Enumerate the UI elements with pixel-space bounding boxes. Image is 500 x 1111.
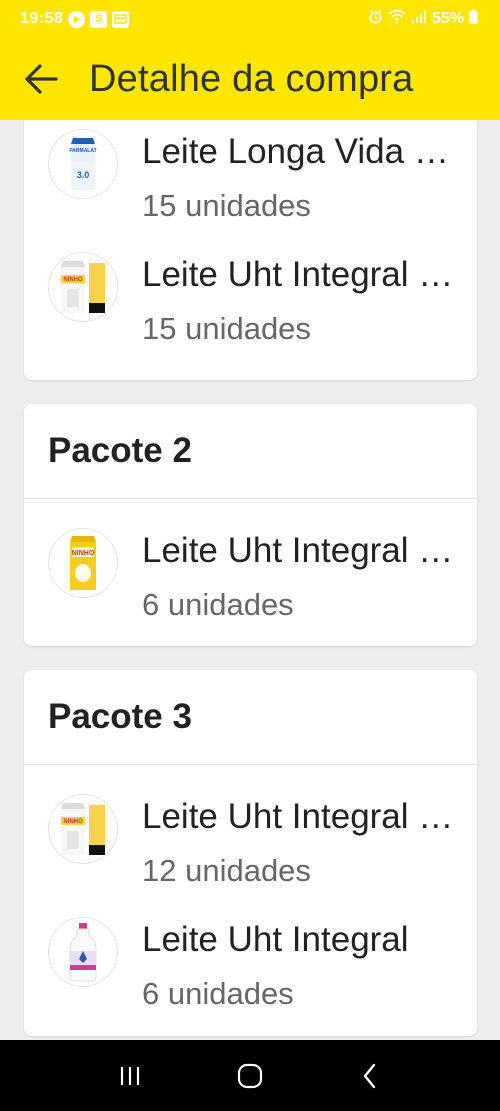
- item-quantity: 6 unidades: [142, 976, 294, 1011]
- svg-text:NINHO: NINHO: [63, 819, 83, 825]
- item-name: Leite Longa Vida Parmalat: [142, 132, 462, 171]
- chevron-left-icon: [363, 1063, 376, 1088]
- list-item[interactable]: Leite Uht Integral 6 unidades: [24, 904, 477, 1022]
- battery-icon: [469, 9, 478, 29]
- item-quantity: 12 unidades: [142, 853, 311, 888]
- home-icon: [237, 1063, 263, 1088]
- recent-apps-icon: [120, 1066, 140, 1085]
- milk-bottle-pink-icon: [48, 917, 118, 987]
- milk-carton-yellow-white-icon: NINHO: [48, 252, 118, 322]
- card-icon: [112, 10, 130, 28]
- item-quantity: 15 unidades: [142, 311, 311, 346]
- package-card-3: Pacote 3 NINHO Leite Uht Integral Ninho …: [24, 670, 477, 1036]
- svg-text:3.0: 3.0: [77, 170, 90, 180]
- list-item[interactable]: NINHO Leite Uht Integral Ninho 6 unidade…: [24, 515, 477, 633]
- svg-text:NINHO: NINHO: [72, 550, 95, 557]
- arrow-left-icon: [25, 64, 58, 94]
- list-item[interactable]: NINHO Leite Uht Integral Ninho 15 unidad…: [24, 239, 477, 357]
- play-icon: [68, 10, 86, 28]
- system-nav-bar: [0, 1040, 500, 1111]
- status-bar: 19:58 S 55%: [0, 0, 500, 38]
- alarm-icon: [368, 9, 383, 29]
- item-name: Leite Uht Integral Ninho: [142, 531, 462, 570]
- page-title: Detalhe da compra: [89, 57, 414, 100]
- item-name: Leite Uht Integral: [142, 920, 409, 959]
- package-card-2: Pacote 2 NINHO Leite Uht Integral Ninho …: [24, 404, 477, 646]
- status-time: 19:58: [20, 10, 64, 27]
- svg-text:NINHO: NINHO: [63, 277, 83, 283]
- status-right: 55%: [368, 9, 478, 29]
- app-bar: Detalhe da compra: [0, 38, 500, 120]
- package-title: Pacote 2: [24, 404, 477, 499]
- wifi-icon: [388, 9, 406, 29]
- milk-carton-yellow-icon: NINHO: [48, 528, 118, 598]
- recent-apps-button[interactable]: [100, 1046, 160, 1106]
- package-card-1: PARMALAT 3.0 Leite Longa Vida Parmalat 1…: [24, 120, 477, 380]
- milk-carton-blue-icon: PARMALAT 3.0: [48, 129, 118, 199]
- package-title: Pacote 3: [24, 670, 477, 765]
- item-name: Leite Uht Integral Ninho: [142, 255, 462, 294]
- back-nav-button[interactable]: [340, 1046, 400, 1106]
- milk-carton-yellow-white-icon: NINHO: [48, 794, 118, 864]
- app-s-icon: S: [90, 10, 108, 28]
- item-name: Leite Uht Integral Ninho: [142, 797, 462, 836]
- list-item[interactable]: PARMALAT 3.0 Leite Longa Vida Parmalat 1…: [24, 120, 477, 234]
- list-item[interactable]: NINHO Leite Uht Integral Ninho 12 unidad…: [24, 781, 477, 899]
- battery-percent: 55%: [431, 10, 464, 27]
- back-button[interactable]: [0, 38, 82, 120]
- svg-text:PARMALAT: PARMALAT: [69, 148, 96, 154]
- purchase-detail-list[interactable]: PARMALAT 3.0 Leite Longa Vida Parmalat 1…: [0, 120, 500, 1040]
- home-button[interactable]: [220, 1046, 280, 1106]
- item-quantity: 15 unidades: [142, 188, 311, 223]
- item-quantity: 6 unidades: [142, 587, 294, 622]
- status-left: 19:58 S: [20, 10, 130, 28]
- signal-icon: [411, 10, 427, 29]
